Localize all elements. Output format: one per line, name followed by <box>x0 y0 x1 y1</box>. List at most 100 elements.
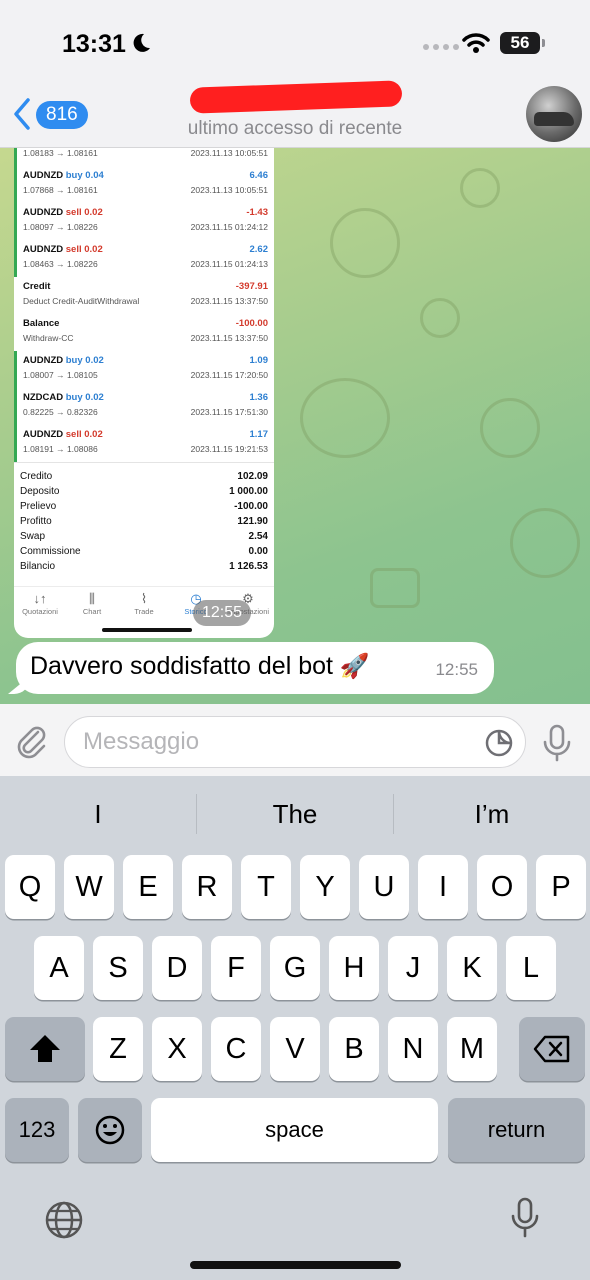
key-x[interactable]: X <box>152 1017 202 1081</box>
key-k[interactable]: K <box>447 936 497 1000</box>
return-key[interactable]: return <box>448 1098 585 1162</box>
message-input[interactable] <box>64 716 526 768</box>
trade-profit: -397.91 <box>235 281 268 292</box>
trade-symbol: NZDCAD <box>23 392 64 403</box>
key-s[interactable]: S <box>93 936 143 1000</box>
trade-prices: 1.08191 → 1.08086 <box>23 444 98 454</box>
key-h[interactable]: H <box>329 936 379 1000</box>
trade-profit: 6.46 <box>249 170 269 181</box>
summary-value: 2.54 <box>248 531 268 542</box>
trade-datetime: 2023.11.13 10:05:51 <box>190 185 268 195</box>
trade-row: AUDNZD buy 0.02 1.09 1.08007 → 1.08105 2023… <box>14 351 274 388</box>
suggestion-2[interactable]: The <box>197 796 393 832</box>
key-d[interactable]: D <box>152 936 202 1000</box>
key-j[interactable]: J <box>388 936 438 1000</box>
key-o[interactable]: O <box>477 855 527 919</box>
status-bar: 13:31 56 <box>0 0 590 86</box>
summary-row: Profitto 121.90 <box>20 514 268 529</box>
key-i[interactable]: I <box>418 855 468 919</box>
key-u[interactable]: U <box>359 855 409 919</box>
key-t[interactable]: T <box>241 855 291 919</box>
numbers-key[interactable]: 123 <box>5 1098 69 1162</box>
trade-volume: 0.04 <box>85 170 104 181</box>
app-tab: ⫼ Chart <box>67 591 117 628</box>
key-f[interactable]: F <box>211 936 261 1000</box>
trade-datetime: 2023.11.15 17:20:50 <box>190 370 268 380</box>
key-z[interactable]: Z <box>93 1017 143 1081</box>
trade-datetime: 2023.11.15 01:24:13 <box>190 259 268 269</box>
key-g[interactable]: G <box>270 936 320 1000</box>
key-y[interactable]: Y <box>300 855 350 919</box>
trade-profit: -1.43 <box>246 207 268 218</box>
summary-label: Deposito <box>20 486 60 497</box>
trade-volume: 0.02 <box>84 429 103 440</box>
globe-icon[interactable] <box>44 1200 84 1240</box>
rocket-emoji: 🚀 <box>339 653 370 680</box>
key-v[interactable]: V <box>270 1017 320 1081</box>
trade-profit: 1.17 <box>249 429 269 440</box>
trade-direction: sell <box>65 207 82 218</box>
home-indicator-bar <box>190 1261 401 1269</box>
key-r[interactable]: R <box>182 855 232 919</box>
key-b[interactable]: B <box>329 1017 379 1081</box>
background-doodle <box>460 168 500 208</box>
trade-prices: Withdraw-CC <box>23 333 74 343</box>
avatar[interactable] <box>526 86 582 142</box>
space-key[interactable]: space <box>151 1098 438 1162</box>
trade-symbol: AUDNZD <box>23 244 64 255</box>
summary-row: Prelievo -100.00 <box>20 499 268 514</box>
summary-row: Credito 102.09 <box>20 469 268 484</box>
key-l[interactable]: L <box>506 936 556 1000</box>
attach-paperclip-icon[interactable] <box>14 724 50 760</box>
summary-value: 1 126.53 <box>229 561 268 572</box>
key-p[interactable]: P <box>536 855 586 919</box>
trade-profit: -100.00 <box>235 318 268 329</box>
text-message[interactable]: Davvero soddisfatto del bot 🚀 12:55 <box>16 642 494 694</box>
trade-symbol: AUDNZD <box>23 355 64 366</box>
emoji-key[interactable] <box>78 1098 142 1162</box>
dictation-microphone-icon[interactable] <box>508 1196 542 1240</box>
suggestion-1[interactable]: I <box>0 796 196 832</box>
battery-icon: 56 <box>500 32 545 54</box>
key-m[interactable]: M <box>447 1017 497 1081</box>
key-e[interactable]: E <box>123 855 173 919</box>
trade-symbol: Balance <box>23 318 60 329</box>
trade-row: AUDNZD sell 0.02 2.62 1.08463 → 1.08226 202… <box>14 240 274 277</box>
trade-direction: buy <box>65 392 83 403</box>
signal-icon <box>423 44 459 50</box>
trade-direction: sell <box>65 244 82 255</box>
contact-name-redacted[interactable] <box>189 80 403 114</box>
shift-key[interactable] <box>5 1017 85 1081</box>
trade-direction: sell <box>65 429 82 440</box>
trade-row: Credit -397.91 Deduct Credit-AuditWithdra… <box>14 277 274 314</box>
trade-volume: 0.02 <box>85 355 104 366</box>
last-seen-status: ultimo accesso di recente <box>187 118 403 139</box>
suggestion-3[interactable]: I’m <box>394 796 590 832</box>
key-n[interactable]: N <box>388 1017 438 1081</box>
delete-key[interactable] <box>519 1017 585 1081</box>
key-a[interactable]: A <box>34 936 84 1000</box>
app-tab: ↓↑ Quotazioni <box>15 591 65 628</box>
app-tab-label: Trade <box>134 607 154 616</box>
background-doodle <box>300 378 390 458</box>
trade-profit: 1.09 <box>249 355 269 366</box>
trade-datetime: 2023.11.15 01:24:12 <box>190 222 268 232</box>
trade-volume: 0.02 <box>84 244 103 255</box>
trade-prices: 0.82225 → 0.82326 <box>23 407 98 417</box>
sticker-icon[interactable] <box>484 728 514 758</box>
home-indicator <box>102 628 192 632</box>
candles-icon: ⫼ <box>89 591 95 606</box>
trade-row: NZDCAD buy 0.02 1.36 0.82225 → 0.82326 2023… <box>14 388 274 425</box>
background-doodle <box>370 568 420 608</box>
key-w[interactable]: W <box>64 855 114 919</box>
background-doodle <box>330 208 400 278</box>
key-c[interactable]: C <box>211 1017 261 1081</box>
screenshot-image-message[interactable]: AUDNZD 1.08183 → 1.081612023.11.13 10:05… <box>14 148 274 638</box>
app-tab-label: Chart <box>82 607 102 616</box>
microphone-icon[interactable] <box>540 724 574 762</box>
summary-label: Commissione <box>20 546 81 557</box>
trade-row-partial: AUDNZD 1.08183 → 1.081612023.11.13 10:05… <box>14 148 274 166</box>
message-text-content: Davvero soddisfatto del bot <box>30 652 333 680</box>
background-doodle <box>420 298 460 338</box>
key-q[interactable]: Q <box>5 855 55 919</box>
